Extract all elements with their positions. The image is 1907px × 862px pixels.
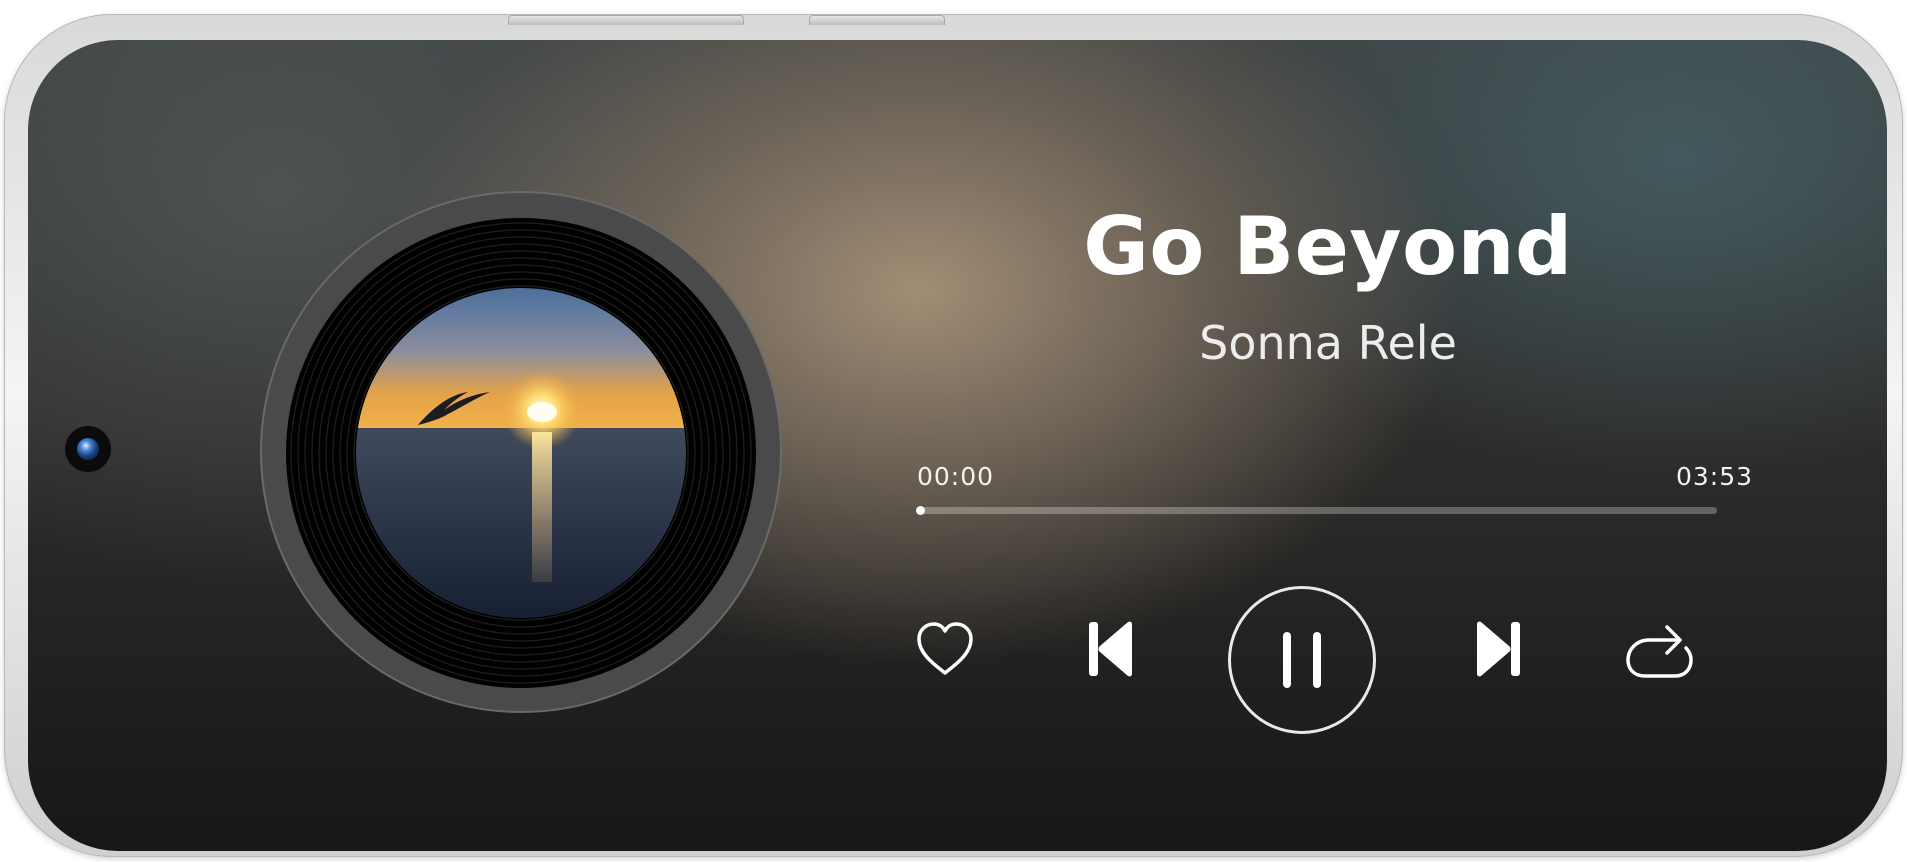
volume-button (508, 15, 744, 25)
pause-icon (1283, 632, 1321, 688)
album-cover[interactable] (356, 288, 686, 618)
progress-slider[interactable] (915, 506, 1717, 515)
previous-button[interactable] (1079, 618, 1141, 680)
phone-frame: Go Beyond Sonna Rele 00:00 03:53 (4, 14, 1903, 857)
song-title: Go Beyond (1083, 200, 1573, 293)
like-button[interactable] (914, 618, 976, 680)
heart-icon (917, 622, 973, 675)
album-cover-image (356, 288, 686, 618)
repeat-button[interactable] (1623, 618, 1695, 680)
repeat-icon (1626, 625, 1693, 678)
power-button (809, 15, 945, 25)
artist-name[interactable]: Sonna Rele (908, 316, 1748, 370)
total-duration: 03:53 (1675, 462, 1753, 491)
progress-handle[interactable] (915, 506, 925, 515)
screen: Go Beyond Sonna Rele 00:00 03:53 (28, 40, 1887, 851)
next-button[interactable] (1468, 618, 1530, 680)
elapsed-time: 00:00 (917, 462, 995, 491)
play-pause-button[interactable] (1228, 586, 1376, 734)
skip-next-icon (1477, 621, 1520, 677)
front-camera (65, 426, 111, 472)
skip-previous-icon (1089, 621, 1132, 677)
